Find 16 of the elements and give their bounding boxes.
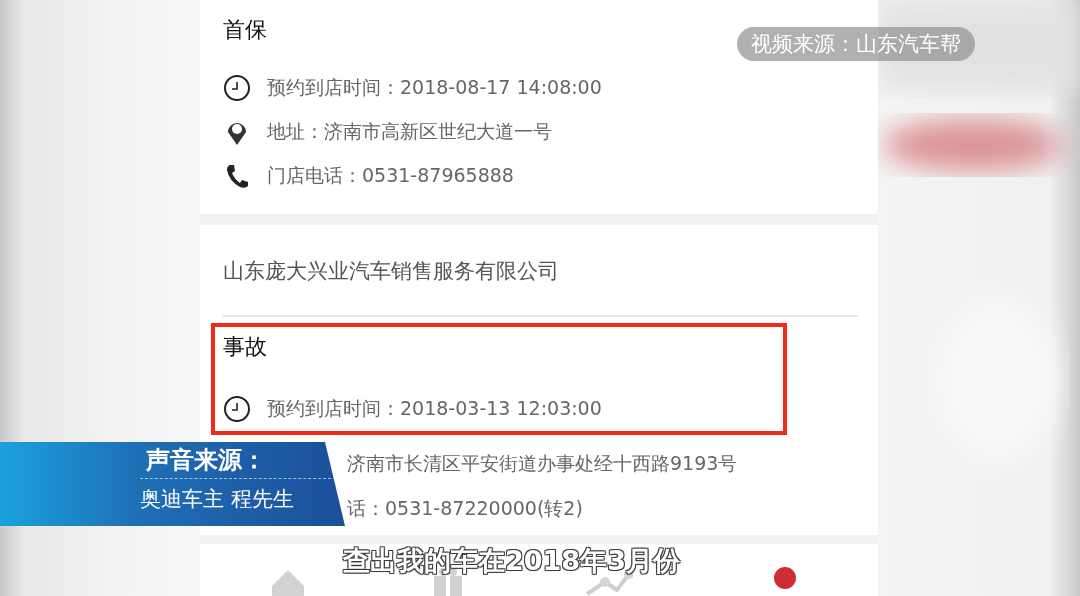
appointment-type: 事故 [223,333,267,362]
info-text: 预约到店时间：2018-03-13 12:03:00 [267,396,602,422]
info-text: 济南市长清区平安街道办事处经十西路9193号 [347,451,738,477]
appointment-type: 首保 [223,16,267,44]
caption-name: 奥迪车主 程先生 [140,486,294,513]
dot-icon [773,566,797,590]
caption-heading: 声音来源： [140,442,336,479]
video-source-label: 视频来源：山东汽车帮 [737,27,975,61]
clock-icon [223,395,251,424]
company-name: 山东庞大兴业汽车销售服务有限公司 [223,258,559,286]
info-text: 话：0531-87220000(转2) [347,496,583,522]
info-text: 预约到店时间：2018-08-17 14:08:00 [267,75,602,100]
info-text: 门店电话：0531-87965888 [267,163,514,188]
clock-icon [223,74,251,102]
info-text: 地址：济南市高新区世纪大道一号 [267,119,552,144]
subtitle: 查出我的车在2018年3月份 [343,546,680,576]
